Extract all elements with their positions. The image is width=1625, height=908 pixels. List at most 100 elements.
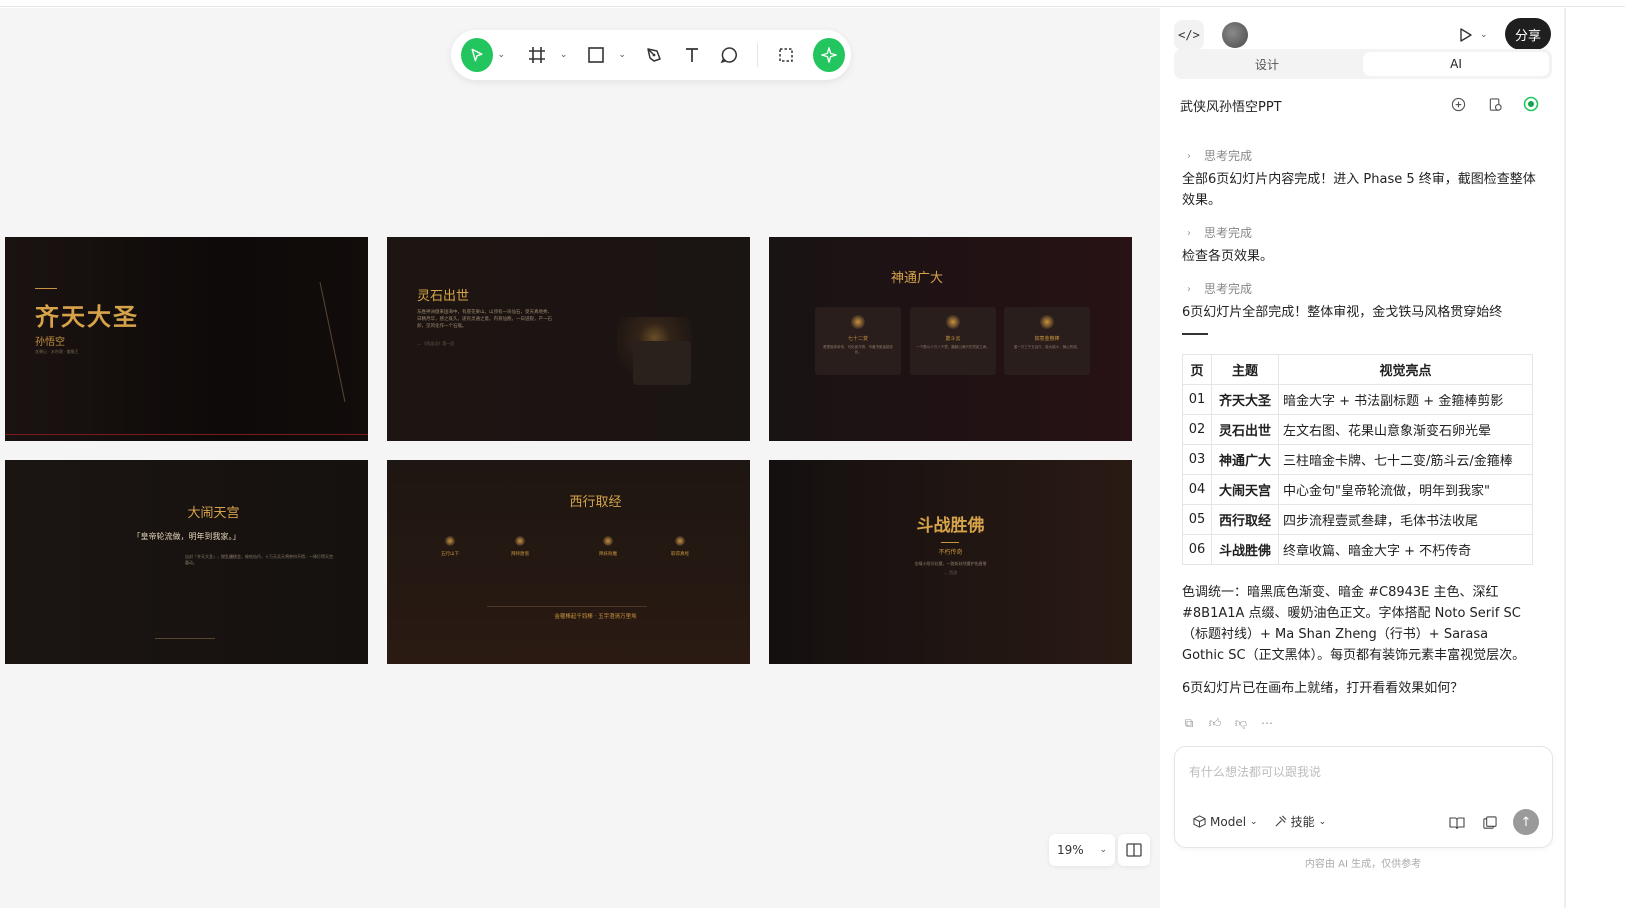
crop-frame-icon: [778, 48, 793, 62]
step-4: 取得真经: [655, 536, 705, 557]
slide-4[interactable]: 大闹天宫 「皇帝轮流做，明年到我家。」 自封「齐天大圣」，搅乱蟠桃会，偷吃仙丹，…: [5, 460, 368, 664]
cube-icon: [1193, 815, 1206, 828]
ai-status-button[interactable]: [1522, 95, 1540, 113]
select-tool-dropdown[interactable]: ⌄: [495, 36, 508, 74]
pen-icon: [647, 48, 662, 62]
step-3: 降妖除魔: [583, 536, 633, 557]
rectangle-icon: [588, 47, 604, 63]
library-button[interactable]: [1445, 811, 1469, 835]
slide-quote: 「皇帝轮流做，明年到我家。」: [132, 532, 241, 541]
assistant-message: 6页幻灯片全部完成！整体审视，金戈铁马风格贯穿始终: [1182, 305, 1503, 320]
tab-ai[interactable]: AI: [1363, 52, 1549, 76]
skills-select[interactable]: 技能 ⌄: [1274, 813, 1326, 830]
gold-accent-line: [35, 288, 57, 289]
code-view-button[interactable]: </>: [1174, 20, 1204, 50]
zoom-value: 19%: [1057, 843, 1084, 857]
play-options-dropdown[interactable]: ⌄: [1480, 24, 1488, 46]
slide-body: 金睛火眼识妖魔，一路斩妖除魔护佑唐僧: [914, 561, 987, 566]
comment-icon: [720, 47, 738, 64]
copy-icon[interactable]: ⧉: [1182, 716, 1196, 730]
gold-divider: [941, 542, 959, 543]
table-header: 主题: [1211, 354, 1279, 385]
slide-2[interactable]: 灵石出世 东胜神洲傲来国海中，有座花果山。山顶有一块仙石，受天真地秀、日精月华，…: [387, 237, 750, 441]
card-2: 筋斗云 一个筋斗十万八千里，翻越山海只在须臾之间。: [910, 307, 996, 375]
table-row: 05 西行取经 四步流程壹贰叁肆，毛体书法收尾: [1182, 504, 1533, 535]
thinking-toggle[interactable]: › 思考完成: [1182, 146, 1542, 167]
slide-6[interactable]: 斗战胜佛 不朽传奇 金睛火眼识妖魔，一路斩妖除魔护佑唐僧 — 西游: [769, 460, 1132, 664]
history-button[interactable]: [1486, 95, 1504, 113]
pen-tool-button[interactable]: [637, 36, 672, 74]
slide-footnote: — 《西游记》第一回: [417, 341, 455, 346]
shape-tool-dropdown[interactable]: ⌄: [616, 36, 629, 74]
slide-3[interactable]: 神通广大 七十二变 菩提祖师亲传，可化身万物，鸟兽虫鱼皆能变化。 筋斗云 一个筋…: [769, 237, 1132, 441]
chat-input[interactable]: 有什么想法都可以跟我说: [1189, 763, 1321, 780]
chevron-right-icon: ›: [1187, 151, 1191, 162]
slide-title: 灵石出世: [417, 289, 470, 304]
table-row: 03 神通广大 三柱暗金卡牌、七十二变/筋斗云/金箍棒: [1182, 444, 1533, 475]
assistant-message: 检查各页效果。: [1182, 249, 1274, 264]
slide-footnote: — 西游: [943, 570, 958, 575]
card-3: 如意金箍棒 重一万三千五百斤，能大能小，随心所欲。: [1004, 307, 1090, 375]
table-row: 04 大闹天宫 中心金句"皇帝轮流做，明年到我家": [1182, 474, 1533, 505]
new-chat-button[interactable]: [1449, 95, 1467, 113]
design-canvas[interactable]: ⌄ ⌄ ⌄ 齐天大圣 孙悟空 花果山 · 水帘洞 · 美猴王 灵石出世 东胜神洲…: [0, 8, 1160, 908]
staff-silhouette: [319, 281, 346, 403]
slide-title: 斗战胜佛: [916, 516, 985, 536]
toggle-panel-button[interactable]: [1118, 834, 1150, 866]
chat-composer: 有什么想法都可以跟我说 Model ⌄ 技能 ⌄ ↑: [1174, 746, 1553, 848]
slide-subtitle: 不朽传奇: [938, 549, 963, 556]
thumbs-down-icon[interactable]: 👎︎: [1234, 716, 1248, 730]
more-icon[interactable]: ⋯: [1260, 716, 1274, 730]
composer-options: Model ⌄ 技能 ⌄: [1193, 813, 1326, 830]
text-tool-button[interactable]: [674, 36, 709, 74]
panel-scrollbar[interactable]: [1564, 8, 1566, 908]
message-actions: ⧉ 👍︎ 👎︎ ⋯: [1182, 716, 1274, 731]
stone-egg: [633, 341, 691, 385]
user-avatar[interactable]: [1222, 22, 1248, 48]
play-icon: [1460, 28, 1472, 42]
plus-circle-icon: [1451, 97, 1465, 111]
tab-design[interactable]: 设计: [1174, 49, 1360, 79]
frame-tool-button[interactable]: [520, 36, 555, 74]
model-select[interactable]: Model ⌄: [1193, 815, 1258, 829]
sparkle-icon: [821, 47, 838, 63]
comment-tool-button[interactable]: [712, 36, 747, 74]
step-divider: [487, 606, 647, 607]
tool-bar: ⌄ ⌄ ⌄: [451, 30, 851, 80]
play-button[interactable]: [1454, 24, 1476, 46]
step-2: 拜师唐僧: [495, 536, 545, 557]
slide-5[interactable]: 西行取经 五行山下 拜师唐僧 降妖除魔 取得真经 金箍棒起千钧棒 · 玉宇澄清万…: [387, 460, 750, 664]
thinking-toggle[interactable]: › 思考完成: [1182, 279, 1542, 300]
history-icon: [1489, 97, 1502, 111]
frame-tool-dropdown[interactable]: ⌄: [557, 36, 570, 74]
crop-tool-button[interactable]: [768, 36, 803, 74]
sidebar-layout-icon: [1126, 843, 1142, 857]
slide-title: 神通广大: [890, 271, 943, 286]
gold-divider: [155, 638, 215, 639]
rectangle-tool-button[interactable]: [578, 36, 613, 74]
chevron-down-icon: ⌄: [1250, 816, 1258, 827]
send-button[interactable]: ↑: [1513, 809, 1539, 835]
slides-summary-table: 页 主题 视觉亮点 01 齐天大圣 暗金大字 + 书法副标题 + 金箍棒剪影 0…: [1182, 354, 1533, 565]
slide-footer-quote: 金箍棒起千钧棒 · 玉宇澄清万里埃: [554, 614, 637, 620]
table-row: 06 斗战胜佛 终章收篇、暗金大字 + 不朽传奇: [1182, 534, 1533, 565]
ai-assistant-button[interactable]: [813, 38, 845, 72]
card-1: 七十二变 菩提祖师亲传，可化身万物，鸟兽虫鱼皆能变化。: [815, 307, 901, 375]
attach-image-button[interactable]: [1477, 811, 1501, 835]
zoom-select[interactable]: 19% ⌄: [1049, 834, 1115, 866]
slide-1[interactable]: 齐天大圣 孙悟空 花果山 · 水帘洞 · 美猴王: [5, 237, 368, 441]
chat-messages: › 思考完成 全部6页幻灯片内容完成！进入 Phase 5 终审，截图检查整体效果…: [1182, 140, 1542, 335]
share-button[interactable]: 分享: [1505, 18, 1551, 50]
thinking-toggle[interactable]: › 思考完成: [1182, 223, 1542, 244]
select-tool-button[interactable]: [461, 38, 493, 72]
chevron-right-icon: ›: [1187, 228, 1191, 239]
step-1: 五行山下: [425, 536, 475, 557]
slide-title: 西行取经: [569, 495, 622, 510]
slide-body: 自封「齐天大圣」，搅乱蟠桃会，偷吃仙丹，十万天兵天将奈何不得，一棒打得天宫震动。: [185, 554, 333, 565]
slide-subtitle: 孙悟空: [35, 337, 65, 348]
table-row: 02 灵石出世 左文右图、花果山意象渐变石卵光晕: [1182, 414, 1533, 445]
cursor-icon: [471, 48, 483, 62]
table-header: 视觉亮点: [1278, 354, 1533, 385]
top-border: [0, 0, 1625, 7]
thumbs-up-icon[interactable]: 👍︎: [1208, 716, 1222, 730]
